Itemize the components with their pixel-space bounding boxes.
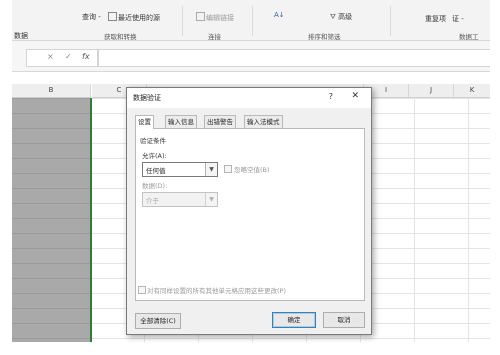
- edit-links-icon: [196, 12, 205, 21]
- cancel-entry-icon[interactable]: ×: [47, 52, 54, 61]
- section-title: 验证条件: [140, 137, 166, 145]
- ribbon-separator: [252, 6, 253, 36]
- tab-input-message[interactable]: 输入信息: [165, 115, 197, 128]
- help-icon[interactable]: ?: [329, 92, 333, 101]
- query-button[interactable]: 查询 -: [82, 12, 101, 22]
- allow-select[interactable]: 任何值 ▼: [142, 162, 218, 177]
- chevron-down-icon: ▼: [205, 163, 217, 176]
- allow-label: 允许(A):: [142, 152, 167, 160]
- formula-bar: × ✓ fx: [12, 41, 490, 72]
- tab-settings[interactable]: 设置: [135, 115, 154, 129]
- filter-icon: ⛛: [330, 13, 336, 21]
- settings-panel: 验证条件 允许(A): 任何值 ▼ 忽略空值(B) 数据(D): 介于 ▼ 对有…: [135, 128, 365, 301]
- data-validation-dialog: 数据验证 ? ✕ 设置 输入信息 出错警告 输入法模式 验证条件 允许(A): …: [126, 87, 372, 335]
- formula-controls: × ✓ fx: [26, 49, 98, 67]
- data-tools-group-label: 数据工: [459, 33, 479, 41]
- recent-sources-label: 最近使用的源: [118, 14, 160, 22]
- ignore-blank-checkbox[interactable]: [224, 165, 232, 173]
- data-label: 数据(D):: [142, 182, 168, 190]
- tab-error-alert[interactable]: 出错警告: [204, 115, 236, 128]
- formula-input[interactable]: [98, 49, 490, 67]
- connections-group-label: 连接: [208, 33, 221, 41]
- apply-all-checkbox[interactable]: [138, 286, 146, 294]
- edit-links-button[interactable]: 编辑链接: [196, 12, 234, 23]
- recent-sources-icon: [108, 12, 117, 21]
- advanced-filter-button[interactable]: ⛛ 高级: [330, 12, 352, 22]
- ribbon-separator: [390, 6, 391, 36]
- edit-links-label: 编辑链接: [206, 14, 234, 22]
- insert-function-icon[interactable]: fx: [82, 52, 90, 61]
- sort-az-button[interactable]: A↓: [274, 11, 285, 19]
- data-select[interactable]: 介于 ▼: [142, 192, 218, 207]
- ribbon-separator: [182, 6, 183, 36]
- cancel-button[interactable]: 取消: [323, 312, 365, 328]
- clear-all-button[interactable]: 全部清除(C): [135, 313, 181, 329]
- column-header-j[interactable]: J: [409, 84, 454, 98]
- ignore-blank-label: 忽略空值(B): [234, 166, 270, 174]
- close-icon[interactable]: ✕: [351, 91, 359, 101]
- column-header-b[interactable]: B: [12, 84, 91, 98]
- sort-filter-group-label: 排序和筛选: [308, 33, 341, 41]
- selected-column-b[interactable]: [12, 98, 92, 342]
- data-validation-button[interactable]: 证 -: [452, 14, 464, 24]
- chevron-down-icon: ▼: [205, 193, 217, 206]
- get-transform-group-label: 获取和转换: [104, 33, 137, 41]
- column-header-k[interactable]: K: [454, 84, 490, 98]
- data-select-value: 介于: [146, 197, 159, 205]
- enter-entry-icon[interactable]: ✓: [65, 52, 72, 61]
- ribbon: 数据 查询 - 最近使用的源 获取和转换 编辑链接 连接 A↓ ⛛ 高级 排序和…: [12, 0, 490, 41]
- group-get-data-label: 数据: [14, 32, 28, 40]
- dialog-titlebar[interactable]: 数据验证 ? ✕: [127, 88, 371, 108]
- apply-all-label: 对有同样设置的所有其他单元格应用这些更改(P): [147, 287, 286, 295]
- advanced-label: 高级: [338, 13, 353, 21]
- remove-duplicates-button[interactable]: 重复项: [425, 14, 446, 24]
- allow-select-value: 任何值: [146, 167, 166, 175]
- dialog-title: 数据验证: [133, 94, 161, 102]
- ok-button[interactable]: 确定: [272, 312, 316, 328]
- tab-ime-mode[interactable]: 输入法模式: [244, 115, 283, 128]
- recent-sources-button[interactable]: 最近使用的源: [108, 12, 160, 23]
